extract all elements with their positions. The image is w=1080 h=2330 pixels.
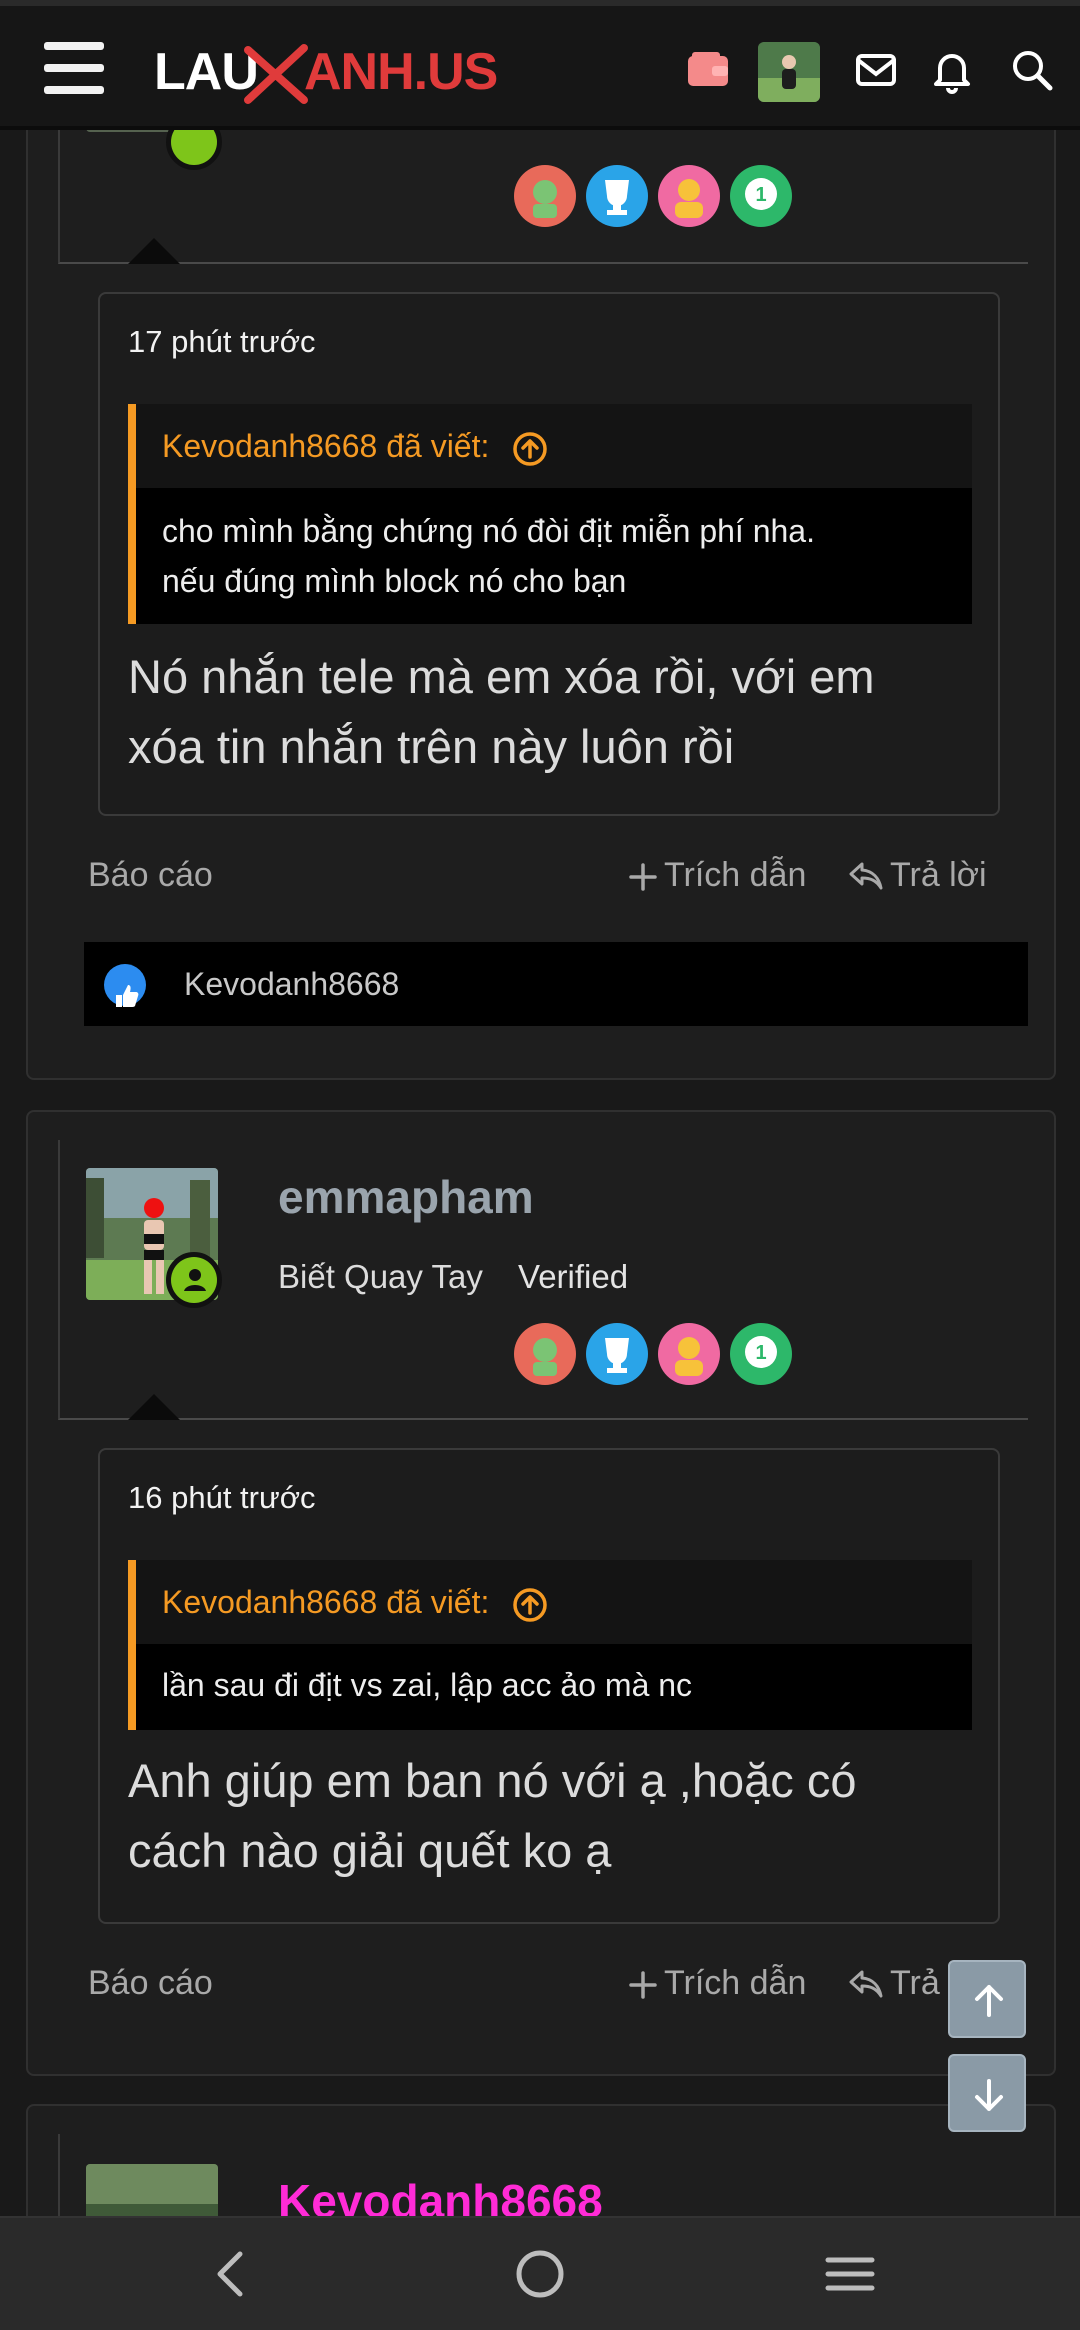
message-content: 16 phút trước Kevodanh8668 đã viết: lần … bbox=[98, 1448, 1000, 1924]
user-rank: Biết Quay Tay bbox=[278, 1258, 483, 1295]
menu-icon[interactable] bbox=[44, 42, 104, 94]
post-actions: Báo cáo Trích dẫn Trả lời bbox=[88, 856, 1028, 906]
logo-text-left: LAU bbox=[154, 43, 259, 101]
user-block-arrow bbox=[128, 1394, 180, 1420]
user-title: Biết Quay Tay Verified bbox=[278, 1258, 628, 1296]
badge-first-message-icon[interactable]: 1 bbox=[729, 164, 793, 228]
badge-trophy-icon[interactable] bbox=[585, 1322, 649, 1386]
arrow-up-icon bbox=[975, 1985, 1003, 2017]
post-body-text: Nó nhắn tele mà em xóa rồi, với em xóa t… bbox=[128, 642, 988, 782]
post-body-text: Anh giúp em ban nó với ạ ,hoặc có cách n… bbox=[128, 1746, 988, 1886]
post-text-line: Anh giúp em ban nó với ạ ,hoặc có bbox=[128, 1754, 857, 1807]
quote-author: Kevodanh8668 đã viết: bbox=[162, 1584, 490, 1620]
wallet-icon[interactable] bbox=[684, 46, 732, 94]
arrow-up-circle-icon[interactable] bbox=[512, 431, 548, 467]
post-timestamp[interactable]: 17 phút trước bbox=[128, 324, 316, 360]
post-card: 1 17 phút trước Kevodanh8668 đã viết: ch… bbox=[26, 32, 1056, 1080]
site-logo[interactable]: LAU ANH.US bbox=[154, 32, 498, 112]
reactions-bar[interactable]: Kevodanh8668 bbox=[84, 942, 1028, 1026]
arrow-up-circle-icon[interactable] bbox=[512, 1587, 548, 1623]
badge-person-icon[interactable] bbox=[657, 164, 721, 228]
home-icon[interactable] bbox=[512, 2246, 568, 2302]
badge-person-icon[interactable] bbox=[657, 1322, 721, 1386]
svg-text:1: 1 bbox=[755, 184, 766, 206]
quote-button-label: Trích dẫn bbox=[664, 1964, 807, 2002]
post-actions: Báo cáo Trích dẫn Trả lời bbox=[88, 1964, 1028, 2014]
badge-thumbs-up-icon[interactable] bbox=[513, 164, 577, 228]
svg-text:1: 1 bbox=[755, 1342, 766, 1364]
post-text-line: Nó nhắn tele mà em xóa rồi, với em bbox=[128, 650, 875, 703]
report-link[interactable]: Báo cáo bbox=[88, 1964, 213, 2003]
quote-line: nếu đúng mình block nó cho bạn bbox=[162, 563, 627, 599]
plus-icon bbox=[629, 863, 657, 891]
badge-thumbs-up-icon[interactable] bbox=[513, 1322, 577, 1386]
quote-header[interactable]: Kevodanh8668 đã viết: bbox=[136, 404, 972, 488]
online-status-icon bbox=[166, 1252, 222, 1308]
user-block-arrow bbox=[128, 238, 180, 264]
post-text-line: xóa tin nhắn trên này luôn rồi bbox=[128, 720, 735, 773]
scroll-to-bottom-button[interactable] bbox=[948, 2054, 1026, 2132]
top-navigation-bar: LAU ANH.US bbox=[0, 0, 1080, 130]
scroll-to-top-button[interactable] bbox=[948, 1960, 1026, 2038]
quote-header[interactable]: Kevodanh8668 đã viết: bbox=[136, 1560, 972, 1644]
reply-icon bbox=[849, 1970, 883, 1998]
badge-first-message-icon[interactable]: 1 bbox=[729, 1322, 793, 1386]
blockquote: Kevodanh8668 đã viết: lần sau đi địt vs … bbox=[128, 1560, 972, 1730]
reply-button-label: Trả lời bbox=[890, 856, 987, 894]
recent-apps-icon[interactable] bbox=[822, 2246, 878, 2302]
bell-icon[interactable] bbox=[928, 46, 976, 94]
blockquote: Kevodanh8668 đã viết: cho mình bằng chứn… bbox=[128, 404, 972, 624]
quote-button-label: Trích dẫn bbox=[664, 856, 807, 894]
quote-line: cho mình bằng chứng nó đòi địt miễn phí … bbox=[162, 513, 815, 549]
message-content: 17 phút trước Kevodanh8668 đã viết: cho … bbox=[98, 292, 1000, 816]
post-card: emmapham Biết Quay Tay Verified 1 16 phú… bbox=[26, 1110, 1056, 2076]
quote-line: lần sau đi địt vs zai, lập acc ảo mà nc bbox=[162, 1667, 693, 1703]
quote-button[interactable]: Trích dẫn bbox=[628, 856, 806, 895]
logo-text-right: ANH.US bbox=[304, 43, 498, 101]
forum-thread-page: LAU ANH.US 1 17 phút trước Kevodanh8668 … bbox=[0, 0, 1080, 2330]
username[interactable]: emmapham bbox=[278, 1170, 534, 1224]
reply-icon bbox=[849, 862, 883, 890]
report-link[interactable]: Báo cáo bbox=[88, 856, 213, 895]
like-reaction-icon bbox=[104, 964, 146, 1007]
system-navigation-bar bbox=[0, 2216, 1080, 2330]
quote-body: cho mình bằng chứng nó đòi địt miễn phí … bbox=[162, 506, 946, 606]
verified-label: Verified bbox=[518, 1258, 629, 1295]
mail-icon[interactable] bbox=[852, 46, 900, 94]
search-icon[interactable] bbox=[1008, 46, 1056, 94]
plus-icon bbox=[629, 1971, 657, 1999]
quote-button[interactable]: Trích dẫn bbox=[628, 1964, 806, 2003]
logo-x-mark bbox=[244, 44, 308, 104]
quote-author: Kevodanh8668 đã viết: bbox=[162, 428, 490, 464]
back-icon[interactable] bbox=[204, 2246, 260, 2302]
quote-body: lần sau đi địt vs zai, lập acc ảo mà nc bbox=[162, 1660, 946, 1710]
badge-trophy-icon[interactable] bbox=[585, 164, 649, 228]
trophy-badges: 1 bbox=[513, 164, 813, 228]
user-avatar[interactable] bbox=[758, 42, 820, 102]
reply-button[interactable]: Trả lời bbox=[848, 856, 987, 895]
reaction-user[interactable]: Kevodanh8668 bbox=[184, 966, 399, 1002]
post-text-line: cách nào giải quết ko ạ bbox=[128, 1824, 612, 1877]
post-timestamp[interactable]: 16 phút trước bbox=[128, 1480, 316, 1516]
arrow-down-icon bbox=[975, 2079, 1003, 2111]
trophy-badges: 1 bbox=[513, 1322, 813, 1386]
post-user-block: emmapham Biết Quay Tay Verified 1 bbox=[58, 1140, 1028, 1420]
